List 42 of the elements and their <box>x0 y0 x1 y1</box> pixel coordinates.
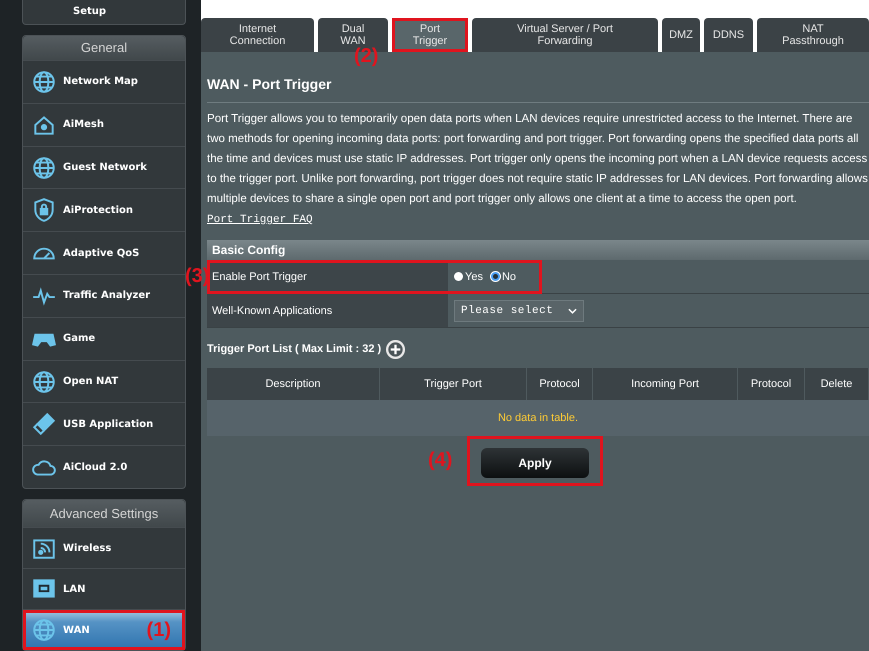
globe-icon <box>31 154 57 181</box>
application-dropdown[interactable]: Please select <box>454 300 584 322</box>
sidebar-item[interactable]: Wireless <box>23 527 185 568</box>
radio-button[interactable] <box>454 272 463 281</box>
description-text: Port Trigger allows you to temporarily open data ports when LAN devices require unrestricted access to the Internet. There are two methods for opening incoming data ports: port forwarding and port trigger. Port forwarding opens the specified data ports all the time and devices must use static IP addresses. Port trigger only opens the incoming port when a LAN device requests access to the trigger port. Unlike port forwarding, port trigger does not require static IP addresses for LAN devices. Port forwarding allows multiple devices to share a single open port and port trigger only allows one client at a time to access the open port. <box>207 112 869 207</box>
sidebar-item[interactable]: Adaptive QoS <box>23 231 185 274</box>
sidebar-item[interactable]: Open NAT <box>23 360 185 402</box>
step-label: (1) <box>146 618 171 642</box>
sidebar-item[interactable]: AiCloud 2.0 <box>23 445 185 488</box>
apply-button[interactable]: Apply <box>481 448 589 478</box>
page-title: WAN - Port Trigger <box>207 76 332 92</box>
radio-button[interactable] <box>490 272 500 281</box>
globe-icon <box>31 368 57 394</box>
globe-icon <box>31 617 57 643</box>
tab[interactable]: Virtual Server / Port Forwarding <box>472 18 658 52</box>
caret-icon <box>568 308 577 314</box>
tab[interactable]: DMZ <box>662 18 700 52</box>
sidebar-item[interactable]: Setup <box>73 6 106 18</box>
add-icon[interactable] <box>385 338 406 360</box>
sidebar-item[interactable]: AiProtection <box>23 188 185 232</box>
radio-option[interactable]: No <box>490 270 516 282</box>
section-header: Advanced Settings <box>23 500 185 527</box>
list-title: Trigger Port List ( Max Limit : 32 ) <box>207 343 382 355</box>
tab[interactable]: NAT Passthrough <box>757 18 869 52</box>
sidebar-item[interactable]: Game <box>23 316 185 360</box>
field-label: Well-Known Applications <box>207 294 448 327</box>
empty-table-message: No data in table. <box>498 412 578 424</box>
globe-icon <box>31 68 57 95</box>
tab[interactable]: DDNS <box>704 18 753 52</box>
sidebar-item[interactable]: USB Application <box>23 402 185 446</box>
faq-link[interactable]: Port Trigger FAQ <box>207 214 313 226</box>
sidebar-item[interactable]: Guest Network <box>23 146 185 188</box>
sidebar-item[interactable]: WAN (1) <box>23 609 185 650</box>
usb-stick-icon <box>31 411 57 438</box>
sidebar-item[interactable]: Traffic Analyzer <box>23 274 185 317</box>
sidebar-item[interactable]: AiMesh <box>23 102 185 146</box>
radio-option[interactable]: Yes <box>454 270 483 282</box>
tab[interactable]: Internet Connection <box>201 18 314 52</box>
section-header: Basic Config <box>207 240 869 260</box>
step-label: (4) <box>428 448 452 472</box>
section-header: General <box>23 36 185 60</box>
sidebar-item[interactable]: Network Map <box>23 60 185 103</box>
